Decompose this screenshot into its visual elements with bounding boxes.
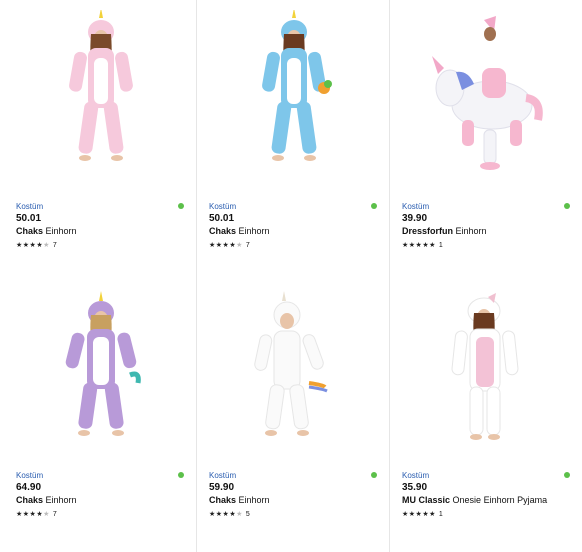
unicorn-costume-image [432,16,543,170]
product-grid: Kostüm 50.01 Chaks Einhorn ★★★★★ 7 Kostü… [0,0,582,552]
product-title[interactable]: Chaks Einhorn [16,495,77,505]
product-name: Onesie Einhorn Pyjama [452,495,548,505]
product-name: Einhorn [45,495,77,505]
unicorn-costume-image [65,291,141,436]
review-count: 7 [245,241,250,249]
product-brand: Chaks [209,495,237,505]
review-count: 1 [438,241,443,249]
product-image[interactable] [16,0,186,190]
product-rating: ★★★★★ 1 [402,241,443,250]
availability-indicator [178,472,184,478]
product-rating: ★★★★★ 1 [402,510,443,519]
availability-indicator [564,472,570,478]
rating-stars: ★★★★★ [16,242,50,249]
product-category: Kostüm [209,471,237,480]
product-name: Einhorn [45,226,77,236]
product-brand: Chaks [16,495,44,505]
product-category: Kostüm [402,471,430,480]
product-category: Kostüm [209,202,237,211]
rating-stars: ★★★★★ [402,242,436,249]
product-card[interactable]: Kostüm 50.01 Chaks Einhorn ★★★★★ 7 [196,0,389,281]
product-brand: Chaks [209,226,237,236]
product-title[interactable]: Chaks Einhorn [209,495,270,505]
review-count: 7 [52,510,57,518]
availability-indicator [371,203,377,209]
unicorn-costume-image [254,291,328,436]
product-image[interactable] [402,0,572,190]
unicorn-costume-image [69,10,133,161]
product-card[interactable]: Kostüm 64.90 Chaks Einhorn ★★★★★ 7 [0,281,196,552]
product-image[interactable] [209,281,379,461]
product-price: 59.90 [209,482,235,493]
product-card[interactable]: Kostüm 50.01 Chaks Einhorn ★★★★★ 7 [0,0,196,281]
product-rating: ★★★★★ 5 [209,510,250,519]
product-price: 64.90 [16,482,42,493]
product-name: Einhorn [238,495,270,505]
product-rating: ★★★★★ 7 [209,241,250,250]
product-category: Kostüm [402,202,430,211]
rating-stars: ★★★★★ [209,511,243,518]
product-rating: ★★★★★ 7 [16,241,57,250]
rating-stars: ★★★★★ [16,511,50,518]
unicorn-costume-image [262,10,332,161]
product-card[interactable]: Kostüm 59.90 Chaks Einhorn ★★★★★ 5 [196,281,389,552]
review-count: 1 [438,510,443,518]
review-count: 5 [245,510,250,518]
product-title[interactable]: Chaks Einhorn [16,226,77,236]
product-name: Einhorn [455,226,487,236]
product-brand: Dressforfun [402,226,454,236]
product-image[interactable] [209,0,379,190]
product-price: 39.90 [402,213,428,224]
availability-indicator [564,203,570,209]
product-name: Einhorn [238,226,270,236]
product-brand: Chaks [16,226,44,236]
product-brand: MU Classic [402,495,451,505]
product-price: 35.90 [402,482,428,493]
product-title[interactable]: Chaks Einhorn [209,226,270,236]
availability-indicator [371,472,377,478]
product-image[interactable] [402,281,572,461]
availability-indicator [178,203,184,209]
product-rating: ★★★★★ 7 [16,510,57,519]
review-count: 7 [52,241,57,249]
product-price: 50.01 [16,213,42,224]
product-title[interactable]: MU Classic Onesie Einhorn Pyjama [402,495,547,505]
product-price: 50.01 [209,213,235,224]
product-image[interactable] [16,281,186,461]
product-card[interactable]: Kostüm 35.90 MU Classic Onesie Einhorn P… [389,281,582,552]
unicorn-costume-image [451,293,519,440]
rating-stars: ★★★★★ [402,511,436,518]
rating-stars: ★★★★★ [209,242,243,249]
product-title[interactable]: Dressforfun Einhorn [402,226,487,236]
product-card[interactable]: Kostüm 39.90 Dressforfun Einhorn ★★★★★ 1 [389,0,582,281]
product-category: Kostüm [16,202,44,211]
product-category: Kostüm [16,471,44,480]
